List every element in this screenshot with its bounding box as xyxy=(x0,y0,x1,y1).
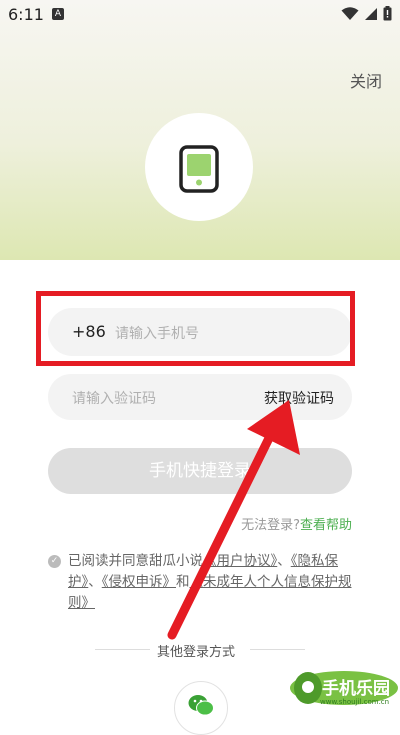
watermark-url: www.shoujil.com.cn xyxy=(320,698,390,706)
watermark: 手机乐园 www.shoujil.com.cn xyxy=(288,668,400,711)
watermark-name: 手机乐园 xyxy=(322,679,390,699)
annotation-arrow xyxy=(167,400,300,640)
